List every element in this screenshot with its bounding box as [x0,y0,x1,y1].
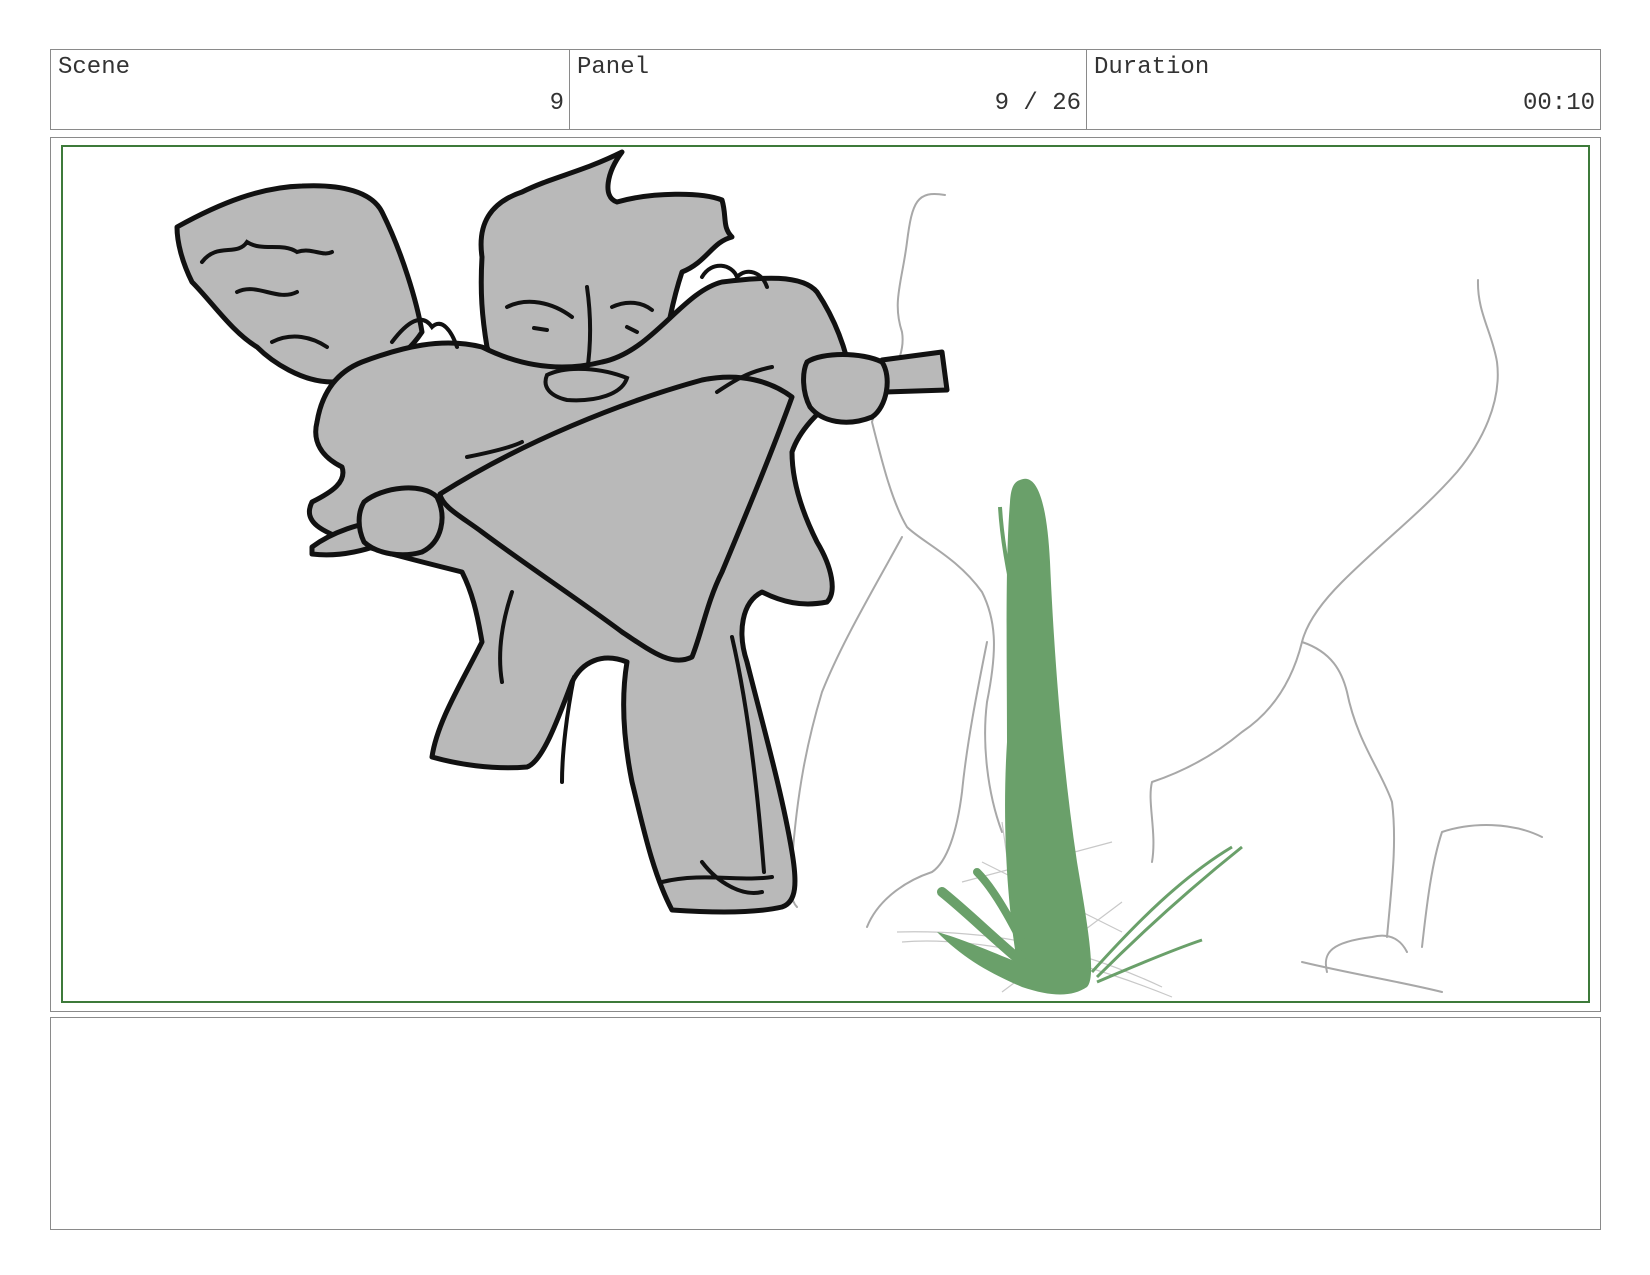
storyboard-canvas [61,145,1590,1003]
panel-header: Scene 9 Panel 9 / 26 Duration 00:10 [50,49,1601,130]
rock-outline [788,193,1543,993]
scene-label: Scene [58,54,131,81]
panel-cell: Panel 9 / 26 [569,50,1086,129]
scene-value: 9 [549,90,564,117]
notes-box [50,1017,1601,1230]
character-sketch [174,149,950,915]
sketch-drawing [174,149,1543,998]
duration-label: Duration [1094,54,1210,81]
panel-label: Panel [577,54,650,81]
duration-value: 00:10 [1522,90,1595,117]
motion-arrow-icon [937,478,1243,995]
duration-cell: Duration 00:10 [1086,50,1600,129]
panel-value: 9 / 26 [994,90,1081,117]
scene-cell: Scene 9 [51,50,569,129]
